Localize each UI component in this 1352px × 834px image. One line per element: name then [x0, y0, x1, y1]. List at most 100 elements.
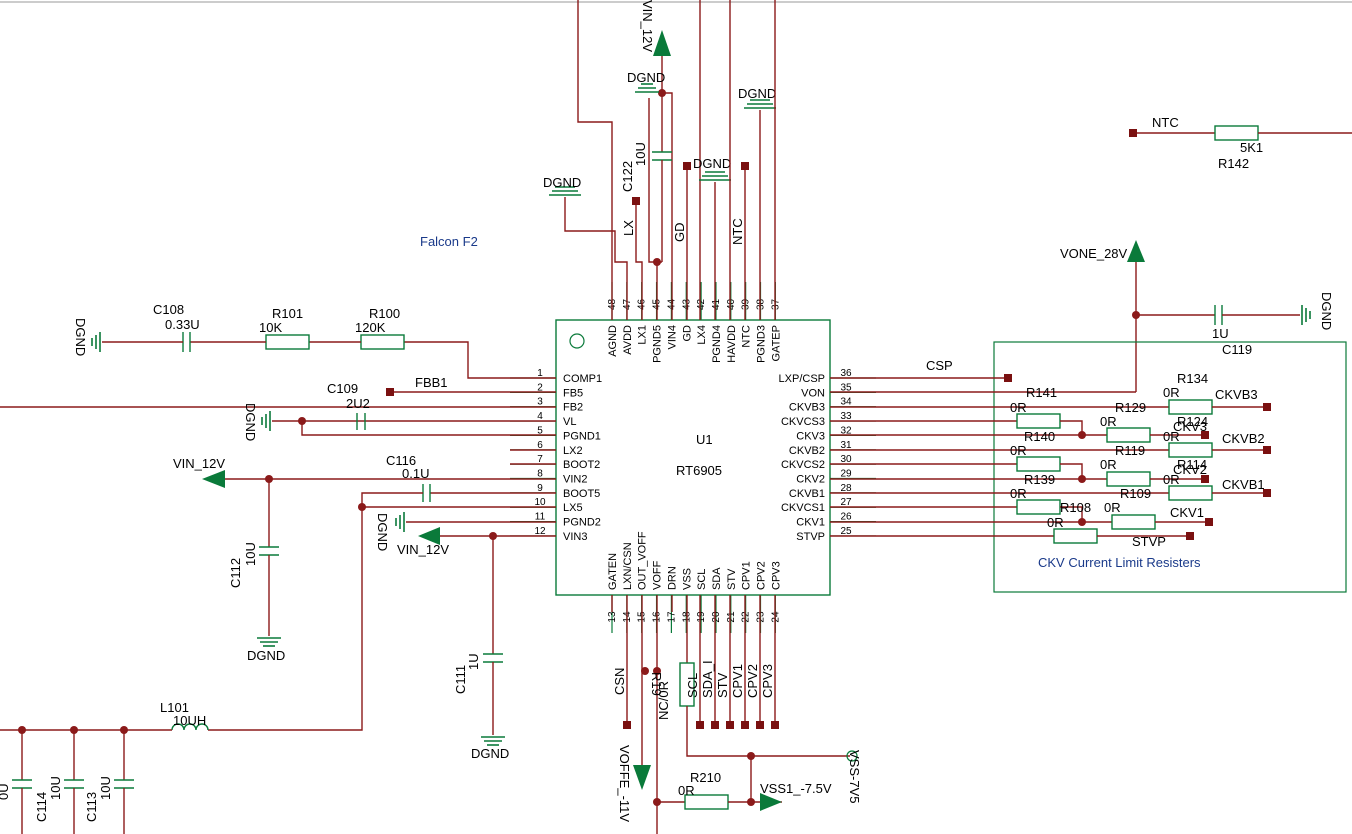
- left-pin-name: COMP1: [563, 373, 602, 385]
- ckvb3-label: CKVB3: [1215, 387, 1258, 402]
- top-pin-name: NTC: [741, 325, 753, 348]
- ntc-net-label: NTC: [1152, 115, 1179, 130]
- right-pin-name: CKVCS3: [781, 416, 825, 428]
- right-pin-number: 26: [840, 512, 852, 523]
- bottom-pin-name: SCL: [696, 569, 708, 590]
- bottom-pin-number: 22: [741, 611, 752, 623]
- r109-label: R109: [1120, 486, 1151, 501]
- top-pin-number: 42: [696, 298, 707, 310]
- left-pin-name: FB5: [563, 387, 583, 399]
- r124-value: 0R: [1100, 414, 1117, 429]
- r119-label: R119: [1115, 443, 1145, 458]
- right-pin-name: VON: [801, 387, 825, 399]
- vin12-label-left: VIN_12V: [173, 456, 225, 471]
- vss7v5-label: VSS-7V5: [847, 750, 862, 803]
- top-pin-name: AGND: [607, 325, 619, 357]
- cpv2-label: CPV2: [745, 664, 760, 698]
- ckvb1-label: CKVB1: [1222, 477, 1265, 492]
- dgnd-label-c119: DGND: [1319, 292, 1334, 330]
- vss1-label: VSS1_-7.5V: [760, 781, 832, 796]
- stvp-label: STVP: [1132, 534, 1166, 549]
- right-pin-number: 28: [840, 483, 852, 494]
- bottom-pin-number: 21: [726, 611, 737, 623]
- ckvb2-label: CKVB2: [1222, 431, 1265, 446]
- c111-value: 1U: [466, 653, 481, 670]
- left-pin-name: LX2: [563, 445, 583, 457]
- left-pin-number: 6: [537, 440, 543, 451]
- left-pin-name: VIN2: [563, 474, 587, 486]
- top-pin-name: AVDD: [622, 325, 634, 355]
- left-pin-name: PGND1: [563, 430, 601, 442]
- bottom-pin-name: SDA: [711, 567, 723, 590]
- c109-value: 2U2: [346, 396, 370, 411]
- chip-ref: U1: [696, 432, 713, 447]
- left-pin-number: 8: [537, 469, 543, 480]
- right-pin-name: CKVCS1: [781, 502, 825, 514]
- vin12-label-bottom: VIN_12V: [397, 542, 449, 557]
- bottom-pin-number: 24: [770, 611, 781, 623]
- dgnd-label-pgnd3: DGND: [738, 86, 776, 101]
- r142-value: 5K1: [1240, 140, 1263, 155]
- r139-value: 0R: [1163, 472, 1180, 487]
- r108-label: R108: [1060, 500, 1091, 515]
- board-title: Falcon F2: [420, 234, 478, 249]
- right-pin-name: CKV3: [796, 430, 825, 442]
- c114-value: 10U: [48, 776, 63, 800]
- bottom-pin-name: STV: [726, 568, 738, 590]
- right-pin-number: 29: [840, 469, 852, 480]
- bottom-pin-name: CPV2: [756, 561, 768, 590]
- r210-value: 0R: [678, 783, 695, 798]
- c-left-value: 0U: [0, 783, 11, 800]
- left-pin-name: VIN3: [563, 531, 587, 543]
- voffe-label: VOFFE_-11V: [617, 745, 632, 822]
- lx-label: LX: [621, 220, 636, 236]
- bottom-pin-number: 19: [696, 611, 707, 623]
- csn-label: CSN: [612, 668, 627, 695]
- r140-label: R140: [1024, 429, 1055, 444]
- right-pins: LXP/CSP 36VON 35CKVB3 34CKVCS3 33CKV3 32CKVB2…: [779, 368, 876, 543]
- vin12-label-top: VIN_12V: [640, 0, 655, 52]
- top-pin-name: VIN4: [666, 325, 678, 349]
- r140-value: 0R: [1163, 429, 1180, 444]
- vone-label: VONE_28V: [1060, 246, 1128, 261]
- top-pin-number: 37: [770, 298, 781, 310]
- top-pin-name: LX1: [637, 325, 649, 345]
- bottom-pin-name: CPV1: [741, 561, 753, 590]
- top-pin-name: GD: [681, 325, 693, 342]
- left-pin-name: VL: [563, 416, 576, 428]
- nc0r-label: NC/0R: [656, 681, 671, 720]
- r100-label: R100: [369, 306, 400, 321]
- c113-value: 10U: [98, 776, 113, 800]
- bottom-pin-name: DRN: [666, 566, 678, 590]
- r141-label: R141: [1026, 385, 1057, 400]
- r134-value: 0R: [1163, 385, 1180, 400]
- chip-u1[interactable]: [555, 319, 831, 596]
- right-pin-name: LXP/CSP: [779, 373, 825, 385]
- right-pin-name: CKVB1: [789, 488, 825, 500]
- right-pin-name: STVP: [796, 531, 825, 543]
- top-pins: AGND48AVDD47LX146PGND545VIN444GD43LX442P…: [607, 282, 782, 363]
- r114-value: 0R: [1100, 457, 1117, 472]
- c122-value: 10U: [633, 142, 648, 166]
- bottom-pins: GATEN13LXN/CSN14OUT_VOFF15VOFF16DRN17VSS…: [607, 531, 782, 633]
- c119-label: C119: [1222, 342, 1252, 357]
- r108-value: 0R: [1104, 500, 1121, 515]
- r129-value: 0R: [1010, 400, 1027, 415]
- top-pin-name: LX4: [696, 325, 708, 345]
- left-pin-number: 11: [535, 512, 546, 523]
- cpv1-label: CPV1: [730, 664, 745, 698]
- right-pin-name: CKVCS2: [781, 459, 825, 471]
- right-pin-name: CKVB2: [789, 445, 825, 457]
- right-pin-number: 31: [840, 440, 852, 451]
- top-pin-number: 41: [711, 298, 722, 310]
- top-pin-number: 40: [726, 298, 737, 310]
- bottom-pin-name: VOFF: [652, 560, 664, 590]
- left-pin-name: PGND2: [563, 517, 601, 529]
- fbb1-label: FBB1: [415, 375, 448, 390]
- top-pin-name: GATEP: [770, 325, 782, 361]
- r134-label: R134: [1177, 371, 1208, 386]
- c114-label: C114: [34, 792, 49, 822]
- r101-value: 10K: [259, 320, 282, 335]
- c119-value: 1U: [1212, 326, 1229, 341]
- r142-label: R142: [1218, 156, 1249, 171]
